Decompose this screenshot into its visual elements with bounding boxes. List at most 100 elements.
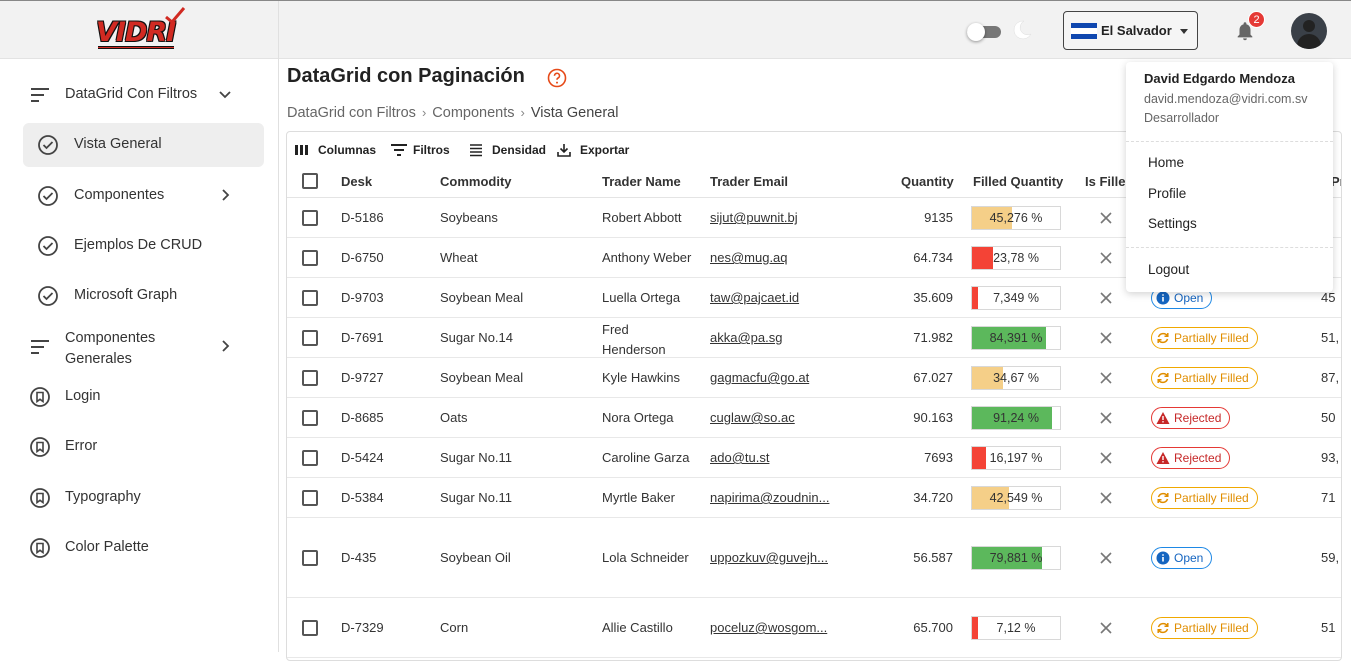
cell-trader-email[interactable]: sijut@puwnit.bj [710,210,798,225]
filters-button[interactable]: Filtros [390,142,460,160]
sidebar-item-ejemplos-de-crud[interactable]: Ejemplos De CRUD [23,224,264,268]
cell-trader-email[interactable]: ado@tu.st [710,450,769,465]
table-row[interactable]: D-8685 Oats Nora Ortega cuglaw@so.ac 90.163 9… [287,398,1341,438]
sidebar-item-error[interactable]: Error [23,425,264,469]
table-row[interactable]: D-7329 Corn Allie Castillo poceluz@wosgom..… [287,598,1341,658]
status-label: Rejected [1174,451,1222,465]
page-title: DataGrid con Paginación [287,65,525,87]
status-badge: Partially Filled [1151,327,1258,349]
sidebar-item-color-palette[interactable]: Color Palette [23,526,264,570]
breadcrumb-separator: › [421,105,427,120]
column-header-desk[interactable]: Desk [341,174,372,189]
cell-trader-email[interactable]: cuglaw@so.ac [710,410,795,425]
column-header-quantity[interactable]: Quantity [901,174,954,189]
status-label: Rejected [1174,411,1222,425]
status-badge: Partially Filled [1151,367,1258,389]
cell-quantity: 64.734 [913,250,953,265]
row-checkbox[interactable] [302,450,318,466]
country-selector[interactable]: El Salvador [1063,11,1198,50]
row-checkbox[interactable] [302,550,318,566]
moon-icon[interactable] [1011,19,1033,41]
warning-icon [1156,452,1170,464]
cell-desk: D-6750 [341,250,384,265]
theme-toggle[interactable] [967,23,1003,41]
check-circle-icon [38,186,58,206]
density-button[interactable]: Densidad [469,142,547,160]
table-row[interactable]: D-7691 Sugar No.14 Fred Henderson akka@pa.s… [287,318,1341,358]
row-checkbox[interactable] [302,370,318,386]
column-header-trader-email[interactable]: Trader Email [710,174,788,189]
help-icon[interactable] [547,68,567,88]
table-row[interactable]: D-5424 Sugar No.11 Caroline Garza ado@tu.st… [287,438,1341,478]
row-checkbox[interactable] [302,620,318,636]
filled-quantity-bar: 23,78 % [971,246,1061,270]
user-avatar[interactable] [1291,13,1327,49]
filled-quantity-text: 91,24 % [993,411,1039,425]
cell-trader-email[interactable]: uppozkuv@guvejh... [710,550,828,565]
logo-area: VIDRI [0,1,279,60]
row-checkbox[interactable] [302,330,318,346]
menu-item-settings[interactable]: Settings [1148,216,1197,231]
table-row[interactable]: D-435 Soybean Oil Lola Schneider uppozkuv@g… [287,518,1341,598]
check-circle-icon [38,135,58,155]
sidebar-item-componentes[interactable]: Componentes [23,174,264,218]
filled-quantity-bar: 79,881 % [971,546,1061,570]
cell-trader-email[interactable]: nes@mug.aq [710,250,788,265]
logo-check-icon [165,7,186,25]
sidebar-item-datagrid-con-filtros[interactable]: DataGrid Con Filtros [23,73,264,117]
cell-trader-email[interactable]: poceluz@wosgom... [710,620,827,635]
row-checkbox[interactable] [302,210,318,226]
row-checkbox[interactable] [302,290,318,306]
row-checkbox[interactable] [302,250,318,266]
cell-trader-name: Robert Abbott [602,210,682,225]
autorenew-icon [1157,492,1169,504]
check-circle-icon [38,236,58,256]
user-email: david.mendoza@vidri.com.sv [1144,92,1308,106]
chevron-right-icon [222,340,230,352]
sidebar-item-label: Typography [65,489,141,505]
column-header-is-filled[interactable]: Is Fille [1085,174,1125,189]
menu-item-profile[interactable]: Profile [1148,186,1186,201]
breadcrumb-item-datagrid[interactable]: DataGrid con Filtros [287,105,416,121]
cell-trader-name: Lola Schneider [602,550,689,565]
cell-price: 45 [1321,290,1336,305]
sidebar-item-microsoft-graph[interactable]: Microsoft Graph [23,274,264,318]
sidebar-item-vista-general[interactable]: Vista General [23,123,264,167]
sidebar-item-typography[interactable]: Typography [23,476,264,520]
row-checkbox[interactable] [302,410,318,426]
cell-commodity: Soybeans [440,210,498,225]
filled-quantity-text: 79,881 % [989,551,1043,565]
menu-item-logout[interactable]: Logout [1148,262,1189,277]
cell-trader-email[interactable]: taw@pajcaet.id [710,290,799,305]
cell-trader-email[interactable]: gagmacfu@go.at [710,370,809,385]
autorenew-icon [1157,622,1169,634]
table-row[interactable]: D-9727 Soybean Meal Kyle Hawkins gagmacfu@g… [287,358,1341,398]
export-button[interactable]: Exportar [557,142,637,160]
column-header-filled-quantity[interactable]: Filled Quantity [973,174,1063,189]
filled-quantity-bar: 7,12 % [971,616,1061,640]
sidebar-item-componentes-generales[interactable]: Componentes Generales [23,325,264,369]
cell-trader-email[interactable]: napirima@zoudnin... [710,490,829,505]
cell-trader-email[interactable]: akka@pa.sg [710,330,782,345]
columns-button[interactable]: Columnas [295,142,380,160]
columns-icon [295,145,308,155]
bookmark-circle-icon [30,387,50,407]
select-all-checkbox[interactable] [302,173,318,189]
cell-trader-name: Fred Henderson [602,322,666,357]
cell-trader-name: Kyle Hawkins [602,370,681,385]
row-checkbox[interactable] [302,490,318,506]
sidebar-item-login[interactable]: Login [23,375,264,419]
sidebar-item-label: Login [65,388,101,404]
breadcrumb-item-components[interactable]: Components [432,105,514,121]
sidebar: DataGrid Con Filtros Vista General Compo… [0,59,279,652]
cell-trader-name: Nora Ortega [602,410,674,425]
cell-quantity: 65.700 [913,620,953,635]
column-header-commodity[interactable]: Commodity [440,174,512,189]
table-row[interactable]: D-5384 Sugar No.11 Myrtle Baker napirima@zo… [287,478,1341,518]
cell-quantity: 34.720 [913,490,953,505]
menu-item-home[interactable]: Home [1148,155,1184,170]
sidebar-item-label: DataGrid Con Filtros [65,86,198,102]
vidri-logo[interactable]: VIDRI [96,7,186,53]
column-header-trader-name[interactable]: Trader Name [602,174,681,189]
cell-quantity: 90.163 [913,410,953,425]
